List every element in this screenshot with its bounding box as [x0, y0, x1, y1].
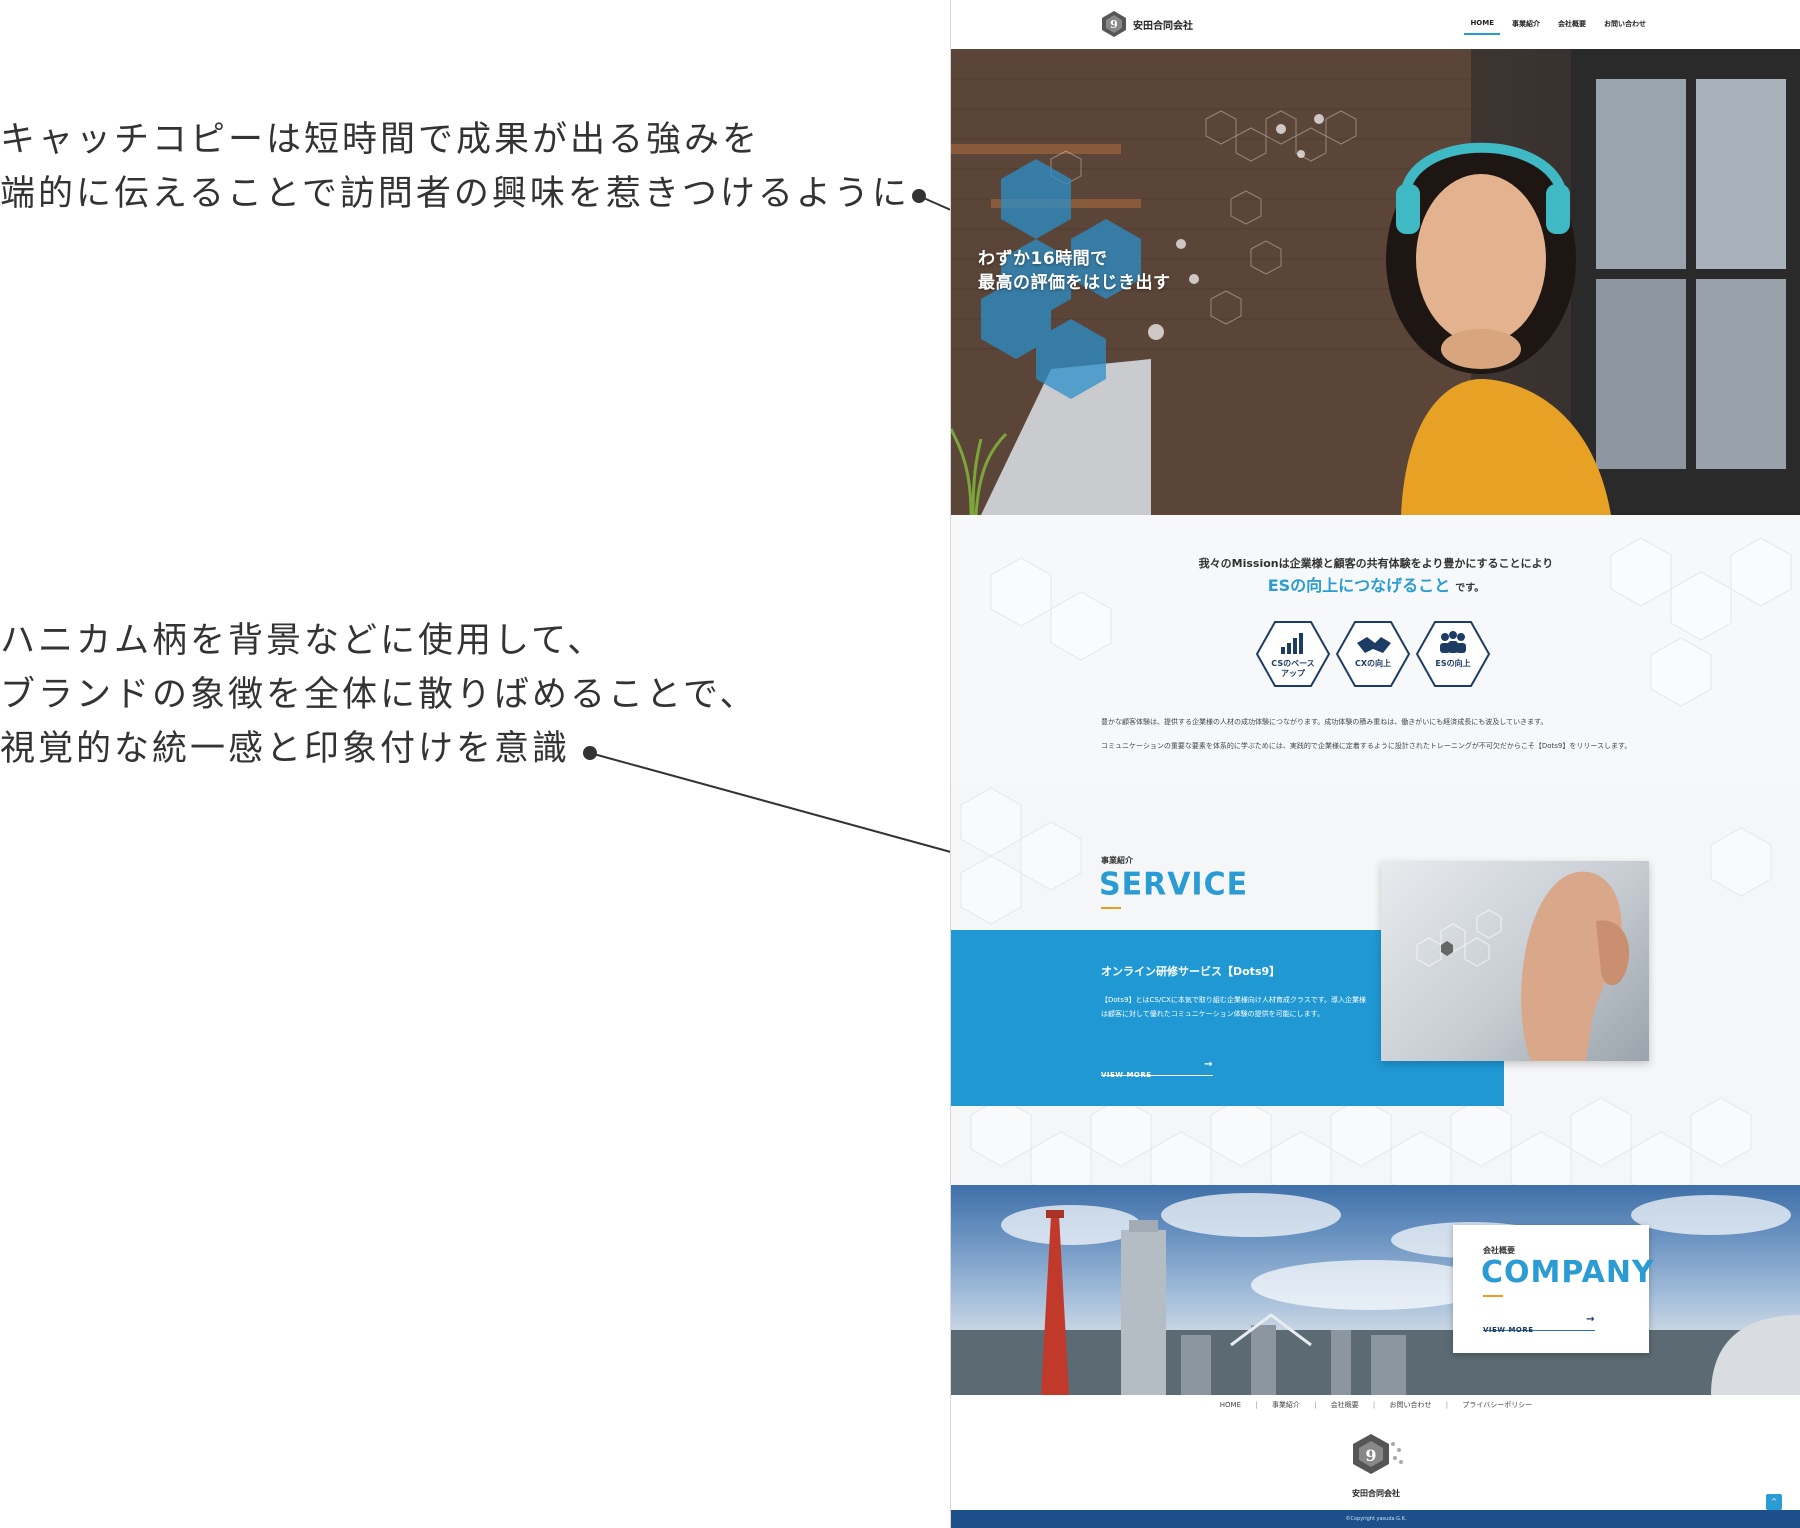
- footer-nav-company[interactable]: 会社概要: [1331, 1401, 1359, 1409]
- service-view-more-link[interactable]: VIEW MORE →: [1101, 1059, 1213, 1079]
- footer-copyright: ©Copyright yasuda G.K.: [1345, 1516, 1407, 1522]
- nav-home[interactable]: HOME: [1464, 19, 1500, 35]
- company-view-more-label: VIEW MORE: [1483, 1326, 1534, 1334]
- annotation-honeycomb: ハニカム柄を背景などに使用して、 ブランドの象徴を全体に散りばめることで、 視覚…: [0, 614, 758, 776]
- mission-paragraph-2: コミュニケーションの重要な要素を体系的に学ぶためには、実践的で企業様に定着するよ…: [1101, 742, 1632, 750]
- company-view-more-link[interactable]: VIEW MORE →: [1483, 1314, 1595, 1334]
- hero-catchcopy-line2: 最高の評価をはじき出す: [978, 273, 1171, 293]
- footer-nav-separator: |: [1445, 1401, 1449, 1409]
- annotation-catchcopy-line2: 端的に伝えることで訪問者の興味を惹きつけるように: [0, 174, 910, 214]
- svg-text:9: 9: [1110, 18, 1118, 31]
- site-header: 9 安田合同会社 HOME 事業紹介 会社概要 お問い合わせ: [951, 0, 1800, 49]
- hex-cx-improve: CXの向上: [1333, 619, 1413, 689]
- annotation-catchcopy: キャッチコピーは短時間で成果が出る強みを 端的に伝えることで訪問者の興味を惹きつ…: [0, 113, 910, 221]
- company-heading-underline: [1483, 1295, 1503, 1297]
- company-section: 会社概要 COMPANY VIEW MORE →: [951, 1185, 1800, 1395]
- mission-emphasis-suffix: です。: [1455, 583, 1485, 594]
- main-nav: HOME 事業紹介 会社概要 お問い合わせ: [1464, 19, 1646, 35]
- footer-nav-separator: |: [1314, 1401, 1317, 1409]
- annotation-honeycomb-line2: ブランドの象徴を全体に散りばめることで、: [0, 675, 758, 715]
- mission-hex-icons: CSのベース アップ CXの向上 ESの向上: [1253, 619, 1493, 689]
- svg-text:9: 9: [1365, 1446, 1376, 1465]
- nav-contact[interactable]: お問い合わせ: [1604, 19, 1646, 29]
- footer-company-name: 安田合同会社: [1352, 1489, 1400, 1498]
- footer-nav-separator: |: [1255, 1401, 1258, 1409]
- arrow-right-icon: →: [1204, 1059, 1213, 1070]
- footer-logo-icon[interactable]: 9: [1347, 1432, 1407, 1484]
- service-image: [1381, 861, 1649, 1061]
- logo-text: 安田合同会社: [1133, 20, 1193, 32]
- scroll-to-top-button[interactable]: ^: [1766, 1494, 1782, 1510]
- hex-es-improve-label: ESの向上: [1435, 659, 1471, 668]
- service-heading-underline: [1101, 907, 1121, 909]
- mission-section: 我々のMissionは企業様と顧客の共有体験をより豊かにすることにより ESの向…: [951, 515, 1800, 785]
- hex-cs-baseup-label2: アップ: [1281, 669, 1305, 678]
- service-view-more-label: VIEW MORE: [1101, 1071, 1152, 1079]
- footer-copyright-bar: ©Copyright yasuda G.K.: [951, 1510, 1800, 1528]
- hex-cx-improve-label: CXの向上: [1354, 659, 1392, 668]
- hero-catchcopy: わずか16時間で 最高の評価をはじき出す: [978, 247, 1171, 295]
- annotation-catchcopy-line1: キャッチコピーは短時間で成果が出る強みを: [0, 120, 761, 160]
- service-description: 【Dots9】とはCS/CXに本気で取り組む企業様向け人材育成クラスです。導入企…: [1101, 996, 1367, 1018]
- footer-nav-service[interactable]: 事業紹介: [1272, 1401, 1300, 1409]
- footer-nav-contact[interactable]: お問い合わせ: [1390, 1401, 1432, 1409]
- mission-paragraph-1: 豊かな顧客体験は、提供する企業様の人材の成功体験につながります。成功体験の積み重…: [1101, 718, 1548, 726]
- hex-cs-baseup-label1: CSのベース: [1271, 659, 1315, 668]
- annotation-honeycomb-line1: ハニカム柄を背景などに使用して、: [0, 621, 606, 661]
- nav-service[interactable]: 事業紹介: [1512, 19, 1540, 29]
- hex-cs-baseup: CSのベース アップ: [1253, 619, 1333, 689]
- footer-nav-separator: |: [1372, 1401, 1376, 1409]
- service-small-label: 事業紹介: [1101, 856, 1133, 865]
- annotation-honeycomb-line3: 視覚的な統一感と印象付けを意識: [0, 729, 571, 769]
- mission-emphasis-line: ESの向上につなげること です。: [951, 572, 1800, 596]
- website-screenshot: 9 安田合同会社 HOME 事業紹介 会社概要 お問い合わせ わずか16時間で …: [950, 0, 1800, 1528]
- footer-nav-home[interactable]: HOME: [1220, 1401, 1241, 1409]
- logo-hex-icon: 9: [1102, 11, 1126, 37]
- footer-nav: HOME | 事業紹介 | 会社概要 | お問い合わせ | プライバシーポリシー: [951, 1400, 1800, 1410]
- company-heading: COMPANY: [1481, 1255, 1655, 1290]
- hero-catchcopy-line1: わずか16時間で: [978, 249, 1108, 269]
- service-title: オンライン研修サービス【Dots9】: [1101, 965, 1281, 978]
- footer-nav-privacy[interactable]: プライバシーポリシー: [1462, 1401, 1532, 1409]
- company-cityscape-image: [951, 1193, 1800, 1395]
- arrow-right-icon: →: [1586, 1314, 1595, 1325]
- mission-emphasis: ESの向上につなげること: [1267, 576, 1451, 595]
- logo[interactable]: 9 安田合同会社: [1101, 10, 1193, 38]
- hero-section: わずか16時間で 最高の評価をはじき出す: [951, 49, 1800, 515]
- service-section: 事業紹介 SERVICE オンライン研修サービス【Dots9】 【Dots9】と…: [951, 785, 1800, 1185]
- nav-company[interactable]: 会社概要: [1558, 19, 1586, 29]
- hex-es-improve: ESの向上: [1413, 619, 1493, 689]
- service-heading: SERVICE: [1099, 866, 1249, 903]
- mission-lead: 我々のMissionは企業様と顧客の共有体験をより豊かにすることにより: [1198, 557, 1554, 570]
- company-card: 会社概要 COMPANY VIEW MORE →: [1453, 1225, 1654, 1353]
